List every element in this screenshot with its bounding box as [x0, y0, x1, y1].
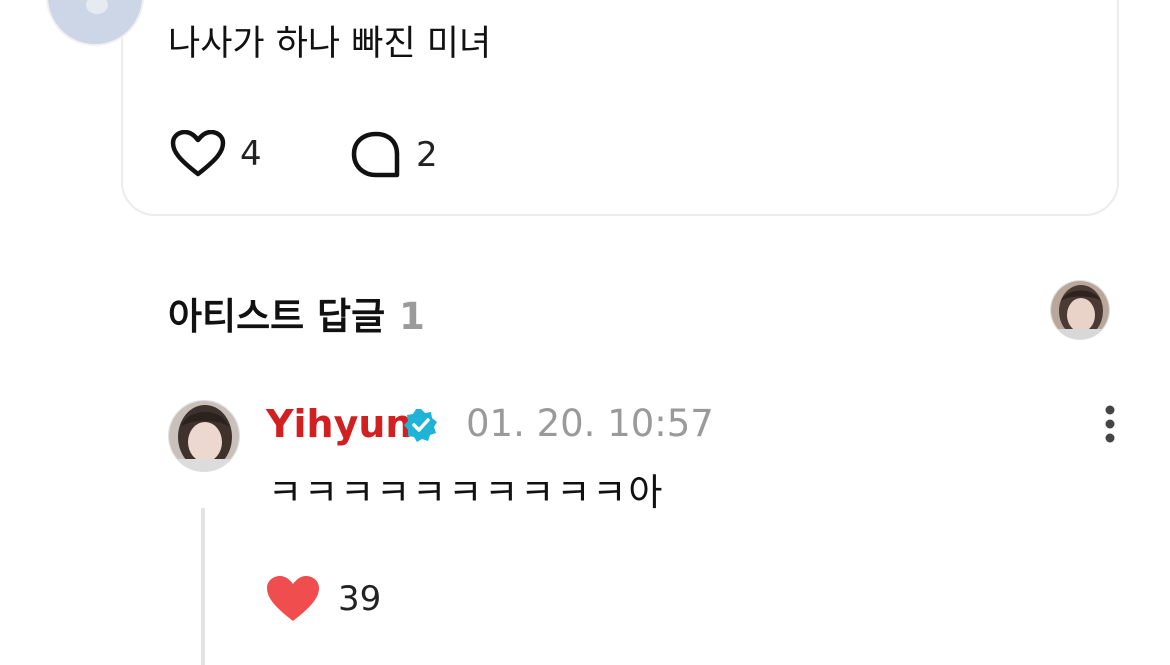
reply-text: ㅋㅋㅋㅋㅋㅋㅋㅋㅋㅋ아: [268, 471, 665, 514]
post-like-button[interactable]: 4: [170, 130, 262, 178]
thread-line: [201, 508, 205, 665]
heart-outline-icon: [170, 130, 226, 177]
artist-avatar-thumbnail[interactable]: [1050, 280, 1110, 340]
verified-badge-icon: [404, 409, 437, 442]
reply-timestamp: 01. 20. 10:57: [466, 402, 714, 445]
comment-thread-screen: 나사가 하나 빠진 미녀 4 2 아티스트 답글 1 Yihyun 01. 20…: [0, 0, 1170, 665]
artist-replies-title: 아티스트 답글: [168, 295, 386, 338]
reply-like-count: 39: [338, 579, 382, 619]
artist-replies-header: 아티스트 답글 1: [168, 286, 425, 340]
reply-author-avatar[interactable]: [168, 400, 240, 472]
post-comment-button[interactable]: 2: [350, 130, 438, 180]
filled-heart-icon: [267, 576, 319, 621]
post-like-count: 4: [240, 134, 262, 174]
post-text: 나사가 하나 빠진 미녀: [168, 24, 492, 64]
artist-replies-count: 1: [399, 295, 425, 338]
artist-photo-icon: [1051, 281, 1109, 339]
reply-like-button[interactable]: 39: [266, 575, 381, 623]
post-comment-count: 2: [416, 135, 438, 175]
author-photo-icon: [169, 401, 239, 471]
more-vertical-icon[interactable]: [1094, 402, 1126, 446]
reply-author-name[interactable]: Yihyun: [266, 400, 412, 448]
comment-bubble-icon: [351, 131, 400, 178]
